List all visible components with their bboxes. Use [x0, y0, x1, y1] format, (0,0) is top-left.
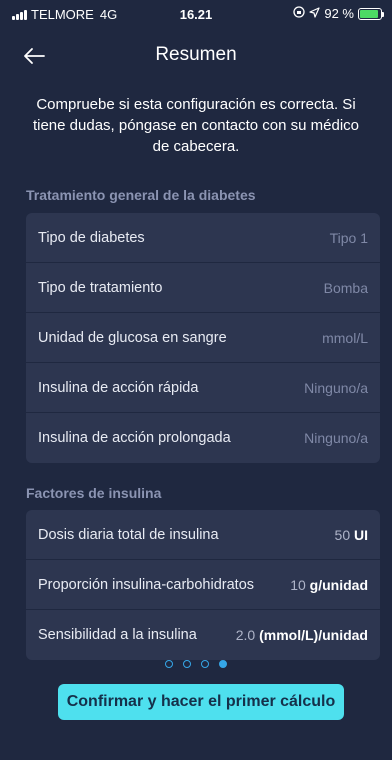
- row-total-daily-dose[interactable]: Dosis diaria total de insulina 50 UI: [26, 510, 380, 560]
- section-header-treatment: Tratamiento general de la diabetes: [26, 187, 256, 203]
- row-carb-ratio[interactable]: Proporción insulina-carbohidratos 10 g/u…: [26, 560, 380, 610]
- page-title: Resumen: [155, 44, 237, 65]
- arrow-left-icon: [24, 48, 45, 64]
- page-dot: [165, 660, 173, 668]
- row-glucose-unit[interactable]: Unidad de glucosa en sangre mmol/L: [26, 313, 380, 363]
- page-indicator: [0, 660, 392, 668]
- page-dot: [183, 660, 191, 668]
- confirm-calculate-button[interactable]: Confirmar y hacer el primer cálculo: [58, 684, 344, 720]
- row-value: Ninguno/a: [304, 430, 368, 446]
- value-unit: g/unidad: [309, 576, 368, 593]
- row-label: Insulina de acción prolongada: [38, 430, 231, 446]
- page-dot-active: [219, 660, 227, 668]
- battery-icon: [358, 7, 384, 20]
- value-number: 50: [334, 526, 351, 543]
- row-label: Insulina de acción rápida: [38, 379, 199, 396]
- row-insulin-sensitivity[interactable]: Sensibilidad a la insulina 2.0 (mmol/L)/…: [26, 610, 380, 660]
- value-unit: (mmol/L)/unidad: [259, 627, 368, 643]
- row-label: Tipo de tratamiento: [38, 279, 163, 296]
- value-number: 10: [290, 576, 306, 593]
- battery-percent: 92 %: [324, 6, 354, 21]
- row-long-insulin[interactable]: Insulina de acción prolongada Ninguno/a: [26, 413, 380, 463]
- screen-rotation-lock-icon: [293, 6, 306, 21]
- row-value: 2.0 (mmol/L)/unidad: [236, 627, 368, 643]
- row-value: Ninguno/a: [304, 379, 368, 396]
- row-label: Tipo de diabetes: [38, 229, 145, 246]
- nav-bar: Resumen: [0, 36, 392, 76]
- row-rapid-insulin[interactable]: Insulina de acción rápida Ninguno/a: [26, 363, 380, 413]
- page-dot: [201, 660, 209, 668]
- row-label: Sensibilidad a la insulina: [38, 627, 197, 643]
- insulin-factors-card: Dosis diaria total de insulina 50 UI Pro…: [26, 510, 380, 660]
- row-value: mmol/L: [322, 329, 368, 346]
- row-treatment-type[interactable]: Tipo de tratamiento Bomba: [26, 263, 380, 313]
- status-bar: TELMORE 4G 16.21 92 %: [0, 0, 392, 28]
- row-value: Tipo 1: [329, 229, 368, 246]
- row-label: Proporción insulina-carbohidratos: [38, 576, 255, 593]
- row-value: Bomba: [323, 279, 368, 296]
- row-label: Dosis diaria total de insulina: [38, 526, 219, 543]
- row-diabetes-type[interactable]: Tipo de diabetes Tipo 1: [26, 213, 380, 263]
- intro-text: Compruebe si esta configuración es corre…: [32, 96, 360, 155]
- location-arrow-icon: [309, 6, 320, 21]
- row-label: Unidad de glucosa en sangre: [38, 329, 227, 346]
- value-unit: UI: [354, 526, 368, 543]
- section-header-insulin-factors: Factores de insulina: [26, 485, 162, 501]
- row-value: 50 UI: [335, 527, 368, 543]
- value-number: 2.0: [235, 627, 256, 643]
- back-button[interactable]: [20, 42, 48, 70]
- status-right: 92 %: [293, 6, 384, 21]
- treatment-card: Tipo de diabetes Tipo 1 Tipo de tratamie…: [26, 213, 380, 463]
- row-value: 10 g/unidad: [290, 577, 368, 593]
